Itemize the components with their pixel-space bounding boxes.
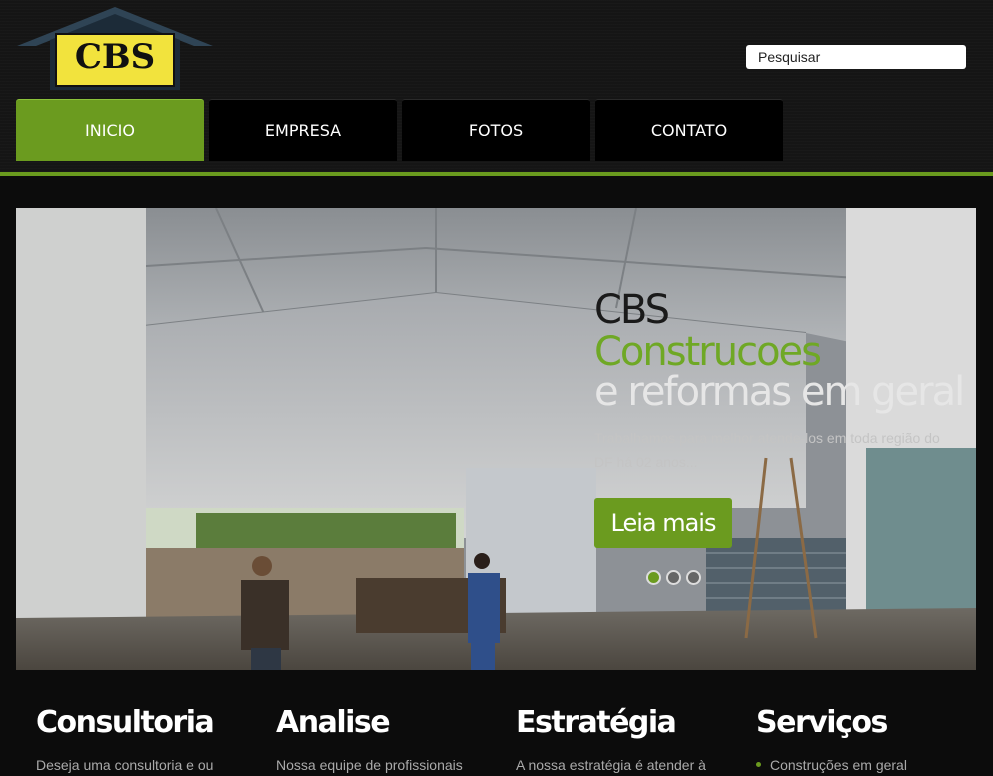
column-text: A nossa estratégia é atender à <box>516 757 706 773</box>
nav-item-contato[interactable]: CONTATO <box>595 99 783 161</box>
slider-dot-3[interactable] <box>686 570 701 585</box>
hero-slider: CBS Construcoes e reformas em geral Trab… <box>16 208 976 670</box>
column-text: Nossa equipe de profissionais <box>276 757 463 773</box>
nav-item-empresa[interactable]: EMPRESA <box>209 99 397 161</box>
main-nav: INICIO EMPRESA FOTOS CONTATO <box>16 99 788 161</box>
slide-description: Trabalhamos para melhor atende-los em to… <box>594 430 940 470</box>
column-estrategia: Estratégia A nossa estratégia é atender … <box>516 690 736 774</box>
nav-item-inicio[interactable]: INICIO <box>16 99 204 161</box>
column-analise: Analise Nossa equipe de profissionais <box>276 690 496 774</box>
cbs-logo[interactable]: CBS <box>14 6 216 92</box>
search-input[interactable] <box>746 45 966 69</box>
slider-pagination <box>646 570 701 585</box>
header-divider <box>0 172 993 176</box>
slide-heading-construcoes: Construcoes <box>594 329 822 375</box>
nav-item-fotos[interactable]: FOTOS <box>402 99 590 161</box>
column-title: Estratégia <box>516 705 677 740</box>
column-title: Analise <box>276 705 391 740</box>
slide-heading-cbs: CBS <box>594 287 670 333</box>
services-list: Construções em geral <box>756 756 976 774</box>
column-consultoria: Consultoria Deseja uma consultoria e ou <box>36 690 256 774</box>
read-more-button[interactable]: Leia mais <box>594 498 732 548</box>
slider-dot-1[interactable] <box>646 570 661 585</box>
slider-dot-2[interactable] <box>666 570 681 585</box>
list-item[interactable]: Construções em geral <box>756 756 976 774</box>
column-servicos: Serviços Construções em geral <box>756 690 976 774</box>
logo-text: CBS <box>75 37 155 77</box>
column-text: Deseja uma consultoria e ou <box>36 757 214 773</box>
column-title: Consultoria <box>36 705 215 740</box>
slide-heading-reformas: e reformas em geral <box>594 369 965 415</box>
column-title: Serviços <box>756 705 888 740</box>
